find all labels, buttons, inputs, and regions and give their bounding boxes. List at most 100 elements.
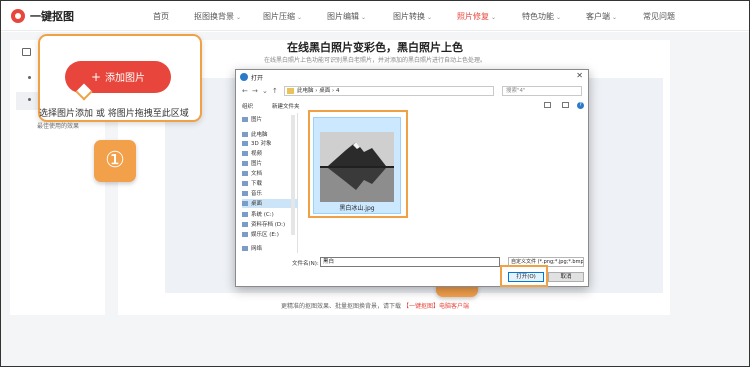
nav-pane-item-label: 此电脑: [251, 132, 268, 138]
dialog-title: 打开: [251, 75, 264, 82]
chevron-down-icon: ⌄: [556, 14, 562, 21]
filename-input[interactable]: 黑白: [320, 257, 500, 267]
chevron-down-icon: ⌄: [297, 14, 303, 21]
nav-image-compress-label: 图片压缩: [263, 12, 295, 21]
search-input[interactable]: 搜索"4": [502, 86, 582, 96]
drive-icon: [242, 212, 248, 217]
nav-pane-item-label: 3D 对象: [251, 141, 272, 147]
nav-pane-item-label: 图片: [251, 161, 263, 167]
navigation-pane: 图片 此电脑 3D 对象 视频 图片 文档 下载 音乐 桌面 系统 (C:) 资…: [236, 113, 298, 253]
open-button-highlight-outline: [500, 265, 548, 287]
path-segment-desktop[interactable]: 桌面: [319, 88, 330, 94]
desktop-icon: [242, 201, 248, 206]
bullet-icon: [28, 76, 31, 79]
forward-arrow-icon[interactable]: →: [252, 87, 258, 95]
nav-cutout-background[interactable]: 抠图换背景 ⌄: [194, 11, 241, 22]
nav-pane-item[interactable]: 图片: [242, 159, 298, 168]
add-image-popup: + 添加图片 选择图片添加 或 将图片拖拽至此区域: [38, 34, 202, 122]
top-navigation: 一键抠图 首页 抠图换背景 ⌄ 图片压缩 ⌄ 图片编辑 ⌄ 图片转换 ⌄ 照片修复 ⌄ 特…: [1, 1, 749, 31]
footer-text: 更精准的抠图效果、批量抠图换背景，请下载: [281, 303, 402, 310]
nav-photo-restore[interactable]: 照片修复 ⌄: [457, 11, 496, 22]
nav-pane-item-label: 娱乐区 (E:): [251, 232, 279, 238]
nav-client-label: 客户端: [586, 12, 610, 21]
nav-home-label: 首页: [153, 12, 169, 21]
cancel-button[interactable]: 取消: [548, 272, 584, 282]
nav-pane-item-label: 视频: [251, 151, 263, 157]
footer-note: 更精准的抠图效果、批量抠图换背景，请下载 【一键抠图】电脑客户端: [0, 301, 750, 310]
computer-icon: [242, 132, 248, 137]
view-options-icon[interactable]: [544, 102, 551, 108]
path-segment-pc[interactable]: 此电脑: [297, 88, 314, 94]
nav-pane-item[interactable]: 3D 对象: [242, 139, 298, 148]
nav-faq[interactable]: 常见问题: [643, 11, 675, 22]
drive-icon: [242, 222, 248, 227]
pictures-icon: [242, 117, 248, 122]
nav-pane-item[interactable]: 图片: [242, 115, 298, 124]
help-icon[interactable]: ?: [577, 102, 584, 109]
music-icon: [242, 191, 248, 196]
left-panel-hint: 最佳使用的效果: [37, 123, 80, 130]
chevron-down-icon: ⌄: [612, 14, 618, 21]
step-badge-1: ①: [94, 140, 136, 182]
preview-pane-icon[interactable]: [562, 102, 569, 108]
nav-pane-item[interactable]: 音乐: [242, 189, 298, 198]
nav-pane-item[interactable]: 娱乐区 (E:): [242, 230, 298, 239]
nav-pane-item-selected[interactable]: 桌面: [242, 199, 298, 208]
document-icon: [242, 171, 248, 176]
nav-pane-item-label: 音乐: [251, 191, 263, 197]
nav-cutout-background-label: 抠图换背景: [194, 12, 234, 21]
nav-pane-item-label: 桌面: [251, 201, 263, 207]
filename-label: 文件名(N):: [292, 261, 319, 267]
nav-pane-item[interactable]: 网络: [242, 244, 298, 253]
network-icon: [242, 246, 248, 251]
download-client-link[interactable]: 【一键抠图】电脑客户端: [403, 303, 469, 310]
path-breadcrumb[interactable]: 此电脑 › 桌面 › 4: [284, 86, 494, 96]
nav-pane-item[interactable]: 此电脑: [242, 130, 298, 139]
nav-image-compress[interactable]: 图片压缩 ⌄: [263, 11, 302, 22]
nav-pane-item[interactable]: 资料存档 (D:): [242, 220, 298, 229]
nav-pane-item-label: 文档: [251, 171, 263, 177]
download-icon: [242, 181, 248, 186]
nav-special-features-label: 特色功能: [522, 12, 554, 21]
pictures-icon: [242, 161, 248, 166]
nav-pane-item[interactable]: 下载: [242, 179, 298, 188]
nav-client[interactable]: 客户端 ⌄: [586, 11, 617, 22]
3d-objects-icon: [242, 141, 248, 146]
new-folder-button[interactable]: 新建文件夹: [272, 102, 300, 110]
path-segment-folder[interactable]: 4: [336, 88, 340, 94]
plus-icon: +: [90, 70, 102, 84]
drive-icon: [242, 232, 248, 237]
chevron-down-icon[interactable]: ⌄: [262, 87, 268, 95]
nav-pane-item-label: 系统 (C:): [251, 212, 274, 218]
upload-hint: 选择图片添加 或 将图片拖拽至此区域: [39, 109, 189, 119]
address-bar: ← → ⌄ ↑ 此电脑 › 桌面 › 4 搜索"4": [236, 84, 588, 98]
dialog-titlebar[interactable]: 打开 ✕: [236, 70, 588, 84]
add-image-label: 添加图片: [105, 73, 146, 84]
nav-pane-item[interactable]: 视频: [242, 149, 298, 158]
nav-image-edit-label: 图片编辑: [327, 12, 359, 21]
logo-icon: [11, 9, 25, 23]
nav-pane-item[interactable]: 文档: [242, 169, 298, 178]
nav-faq-label: 常见问题: [643, 12, 675, 21]
nav-pane-item-label: 资料存档 (D:): [251, 222, 286, 228]
nav-pane-item-label: 图片: [251, 117, 263, 123]
dialog-toolbar: 组织 新建文件夹 ?: [236, 101, 588, 111]
scrollbar[interactable]: [291, 115, 295, 235]
nav-special-features[interactable]: 特色功能 ⌄: [522, 11, 561, 22]
chevron-down-icon: ⌄: [236, 14, 242, 21]
file-open-dialog: 打开 ✕ ← → ⌄ ↑ 此电脑 › 桌面 › 4 搜索"4" 组织 新建文件夹…: [235, 69, 589, 287]
nav-image-edit[interactable]: 图片编辑 ⌄: [327, 11, 366, 22]
nav-pane-item-label: 下载: [251, 181, 263, 187]
chevron-down-icon: ⌄: [491, 14, 497, 21]
close-icon[interactable]: ✕: [576, 71, 583, 80]
nav-photo-restore-label: 照片修复: [457, 12, 489, 21]
up-arrow-icon[interactable]: ↑: [272, 87, 278, 95]
logo-text[interactable]: 一键抠图: [30, 8, 74, 24]
nav-home[interactable]: 首页: [153, 11, 169, 22]
nav-pane-item[interactable]: 系统 (C:): [242, 210, 298, 219]
back-arrow-icon[interactable]: ←: [242, 87, 248, 95]
nav-image-convert[interactable]: 图片转换 ⌄: [393, 11, 432, 22]
organize-menu[interactable]: 组织: [242, 102, 253, 110]
video-icon: [242, 151, 248, 156]
chevron-down-icon: ⌄: [361, 14, 367, 21]
